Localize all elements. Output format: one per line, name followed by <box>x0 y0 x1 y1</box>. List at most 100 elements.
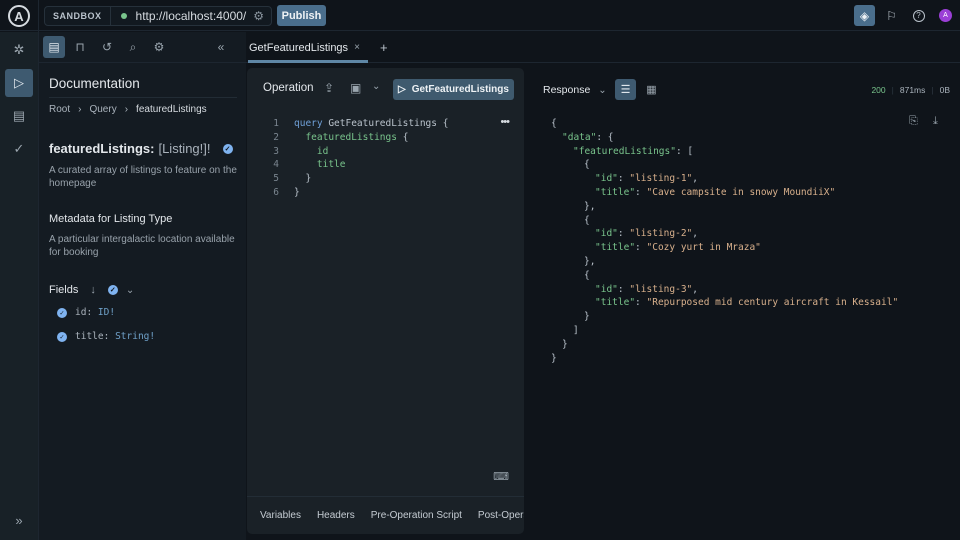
response-line: "id": "listing-2", <box>595 228 698 240</box>
run-button-label: GetFeaturedListings <box>411 84 509 95</box>
checks-icon[interactable]: ✓ <box>5 135 33 163</box>
response-panel: Response ⌄ ☰ ▦ 200 | 871ms | 0B { "data":… <box>530 68 960 540</box>
line-number: 1 <box>273 118 279 129</box>
schema-reference-icon[interactable]: ◈ <box>854 5 875 26</box>
active-tab-indicator <box>248 60 368 63</box>
graph-icon[interactable]: ✲ <box>5 36 33 64</box>
apollo-logo[interactable]: A <box>8 5 30 27</box>
explorer-icon[interactable]: ▷ <box>5 69 33 97</box>
breadcrumb-query[interactable]: Query <box>89 104 116 115</box>
tab-variables[interactable]: Variables <box>260 510 301 521</box>
response-line: }, <box>584 256 596 267</box>
share-icon[interactable]: ⇪ <box>324 81 334 95</box>
line-number: 5 <box>273 173 279 185</box>
collapse-panel-icon[interactable]: « <box>210 36 232 58</box>
settings-icon[interactable]: ⚙ <box>148 36 170 58</box>
response-line: { <box>584 269 590 281</box>
operation-tabs: GetFeaturedListings × + <box>246 32 960 63</box>
field-selected-check-icon[interactable]: ✓ <box>222 143 233 154</box>
close-tab-icon[interactable]: × <box>354 42 360 53</box>
bookmark-icon[interactable]: ⊓ <box>69 36 91 58</box>
sort-arrow-down-icon[interactable]: ↓ <box>90 284 96 296</box>
metadata-description: A particular intergalactic location avai… <box>49 234 235 258</box>
code-line: } <box>294 173 312 185</box>
user-avatar[interactable]: A <box>939 9 952 22</box>
response-stats: 200 | 871ms | 0B <box>871 85 950 95</box>
field-row-name: id: <box>75 307 93 318</box>
field-row-type[interactable]: String! <box>115 331 155 342</box>
endpoint-box[interactable]: SANDBOX http://localhost:4000/ ⚙ <box>44 6 272 26</box>
code-line: featuredListings { <box>305 131 409 143</box>
response-line: "data": { <box>562 131 614 143</box>
more-options-icon[interactable]: ••• <box>500 116 510 128</box>
connection-status-dot <box>120 13 127 19</box>
field-row-type[interactable]: ID! <box>98 307 115 318</box>
code-line: id <box>316 145 329 157</box>
operation-header: Operation ⇪ ▣ ⌄ ▷ GetFeaturedListings <box>247 68 524 110</box>
breadcrumb: Root › Query › featuredListings <box>49 104 207 115</box>
line-number: 2 <box>273 131 279 143</box>
operation-panel: Operation ⇪ ▣ ⌄ ▷ GetFeaturedListings 1 q… <box>247 68 524 534</box>
response-line: "title": "Cave campsite in snowy Moundii… <box>595 187 836 198</box>
chevron-down-icon[interactable]: ⌄ <box>126 285 134 296</box>
field-title: featuredListings: [Listing!]! ✓ <box>49 141 233 156</box>
left-nav: ✲ ▷ ▤ ✓ » <box>0 32 38 540</box>
status-code: 200 <box>871 85 886 95</box>
response-line: "title": "Cozy yurt in Mraza" <box>595 242 761 254</box>
save-icon[interactable]: ▣ <box>350 81 361 95</box>
response-line: } <box>562 338 568 350</box>
tab-headers[interactable]: Headers <box>317 510 355 521</box>
field-type[interactable]: [Listing!]! <box>158 141 210 156</box>
endpoint-url-input[interactable]: http://localhost:4000/ <box>136 9 254 23</box>
response-size: 0B <box>939 85 950 95</box>
schema-doc-icon[interactable]: ▤ <box>5 102 33 130</box>
sandbox-label: SANDBOX <box>45 7 111 25</box>
help-icon[interactable]: ? <box>908 5 929 26</box>
chevron-right-icon: › <box>78 104 82 115</box>
breadcrumb-root[interactable]: Root <box>49 104 70 115</box>
tab-post-operation-script[interactable]: Post-Operation Script <box>478 510 524 521</box>
code-line: } <box>294 187 300 198</box>
search-icon[interactable]: ⌕ <box>122 36 144 58</box>
doc-toolbar: ▤ ⊓ ↺ ⌕ ⚙ « <box>39 32 246 63</box>
field-description: A curated array of listings to feature o… <box>49 165 237 189</box>
history-icon[interactable]: ↺ <box>96 36 118 58</box>
operation-footer-tabs: Variables Headers Pre-Operation Script P… <box>247 496 524 534</box>
response-dropdown[interactable]: Response ⌄ <box>543 84 607 96</box>
fields-header: Fields ↓ ✓ ⌄ <box>49 284 134 296</box>
operation-title: Operation <box>263 82 314 94</box>
add-tab-button[interactable]: + <box>380 40 388 55</box>
expand-nav-icon[interactable]: » <box>5 506 33 534</box>
run-operation-button[interactable]: ▷ GetFeaturedListings <box>393 79 514 100</box>
response-line: { <box>551 118 557 129</box>
copy-icon[interactable]: ⎘ <box>909 115 918 128</box>
publish-button[interactable]: Publish <box>277 5 326 26</box>
select-all-check-icon[interactable]: ✓ <box>107 285 118 295</box>
help-glyph: ? <box>912 9 925 22</box>
field-check-icon[interactable]: ✓ <box>57 331 67 342</box>
field-row[interactable]: ✓ id: ID! <box>57 307 115 318</box>
line-number: 4 <box>273 159 279 171</box>
response-line: { <box>584 214 590 226</box>
save-options-chevron-icon[interactable]: ⌄ <box>372 81 380 92</box>
json-view-icon[interactable]: ☰ <box>615 79 636 100</box>
response-line: }, <box>584 200 596 212</box>
announcements-icon[interactable]: ⚐ <box>881 5 902 26</box>
field-row[interactable]: ✓ title: String! <box>57 331 155 342</box>
documentation-tab-icon[interactable]: ▤ <box>43 36 65 58</box>
table-view-icon[interactable]: ▦ <box>641 79 662 100</box>
metadata-title: Metadata for Listing Type <box>49 213 173 225</box>
response-line: "title": "Repurposed mid century aircraf… <box>595 297 899 309</box>
divider: | <box>931 85 934 95</box>
download-icon[interactable]: ⤓ <box>933 115 938 128</box>
response-line: "featuredListings": [ <box>573 145 694 157</box>
field-check-icon[interactable]: ✓ <box>57 307 67 318</box>
field-name: featuredListings: <box>49 141 155 156</box>
chevron-right-icon: › <box>124 104 129 115</box>
response-line: { <box>584 159 590 171</box>
connection-settings-icon[interactable]: ⚙ <box>253 9 264 23</box>
fields-label: Fields <box>49 284 79 296</box>
tab-getfeaturedlistings[interactable]: GetFeaturedListings × <box>249 32 360 63</box>
tab-pre-operation-script[interactable]: Pre-Operation Script <box>371 510 462 521</box>
keyboard-shortcuts-icon[interactable]: ⌨ <box>493 470 509 483</box>
